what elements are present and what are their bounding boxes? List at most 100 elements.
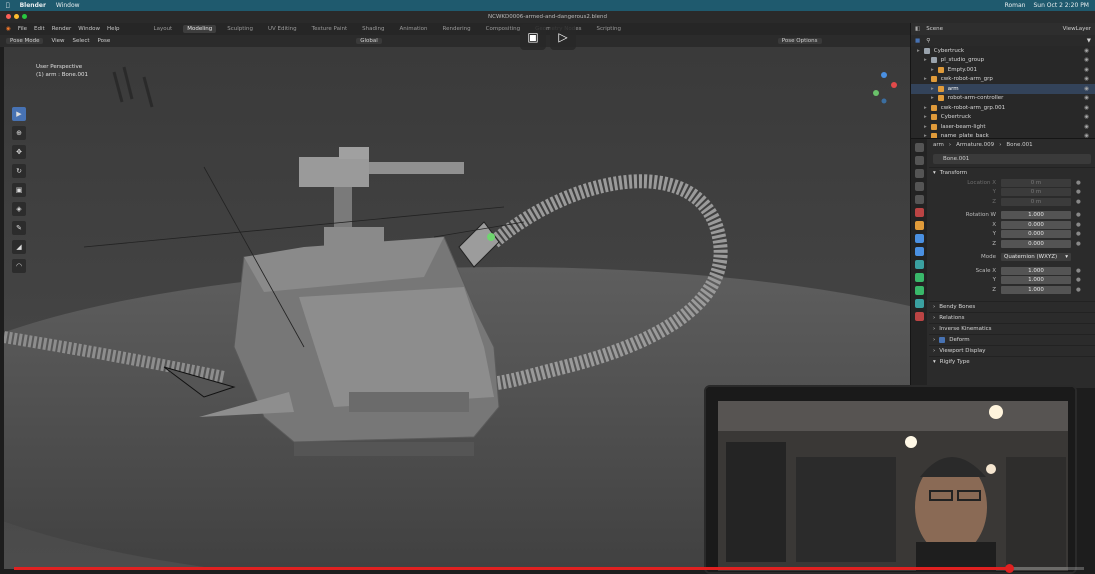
pose-tool-icon[interactable]: ◠	[12, 259, 26, 273]
lock-icon[interactable]: ●	[1076, 241, 1081, 247]
tab-sculpting[interactable]: Sculpting	[223, 25, 257, 33]
expand-arrow-icon[interactable]: ▸	[924, 124, 927, 130]
select-tool-icon[interactable]: ▶	[12, 107, 26, 121]
cursor-tool-icon[interactable]: ⊕	[12, 126, 26, 140]
view-layer-name[interactable]: ViewLayer	[1063, 26, 1091, 32]
expand-arrow-icon[interactable]: ▸	[917, 48, 920, 54]
object-tab-icon[interactable]	[914, 221, 924, 230]
outliner-row[interactable]: ▸ Empty.001 ◉	[911, 65, 1095, 75]
view-layer-tab-icon[interactable]	[914, 182, 924, 191]
rotation-x-field[interactable]: 0.000	[1001, 220, 1071, 229]
pip-play-icon[interactable]: ▷	[550, 24, 576, 50]
bendy-bones-panel-header[interactable]: › Bendy Bones	[929, 300, 1095, 312]
output-tab-icon[interactable]	[914, 169, 924, 178]
lock-icon[interactable]: ●	[1076, 199, 1081, 205]
pose-options-button[interactable]: Pose Options	[777, 38, 822, 44]
tab-uv-editing[interactable]: UV Editing	[264, 25, 301, 33]
scale-x-field[interactable]: 1.000	[1001, 266, 1071, 275]
apple-icon[interactable]: 	[6, 2, 10, 9]
menubar-app-name[interactable]: Blender	[20, 2, 46, 9]
bone-constraint-tab-icon[interactable]	[914, 299, 924, 308]
rotation-y-field[interactable]: 0.000	[1001, 230, 1071, 239]
menubar-window[interactable]: Window	[56, 2, 80, 9]
outliner-row[interactable]: ▸ laser-beam-light ◉	[911, 122, 1095, 132]
expand-arrow-icon[interactable]: ▸	[924, 57, 927, 63]
tab-texture-paint[interactable]: Texture Paint	[308, 25, 352, 33]
move-tool-icon[interactable]: ✥	[12, 145, 26, 159]
tab-layout[interactable]: Layout	[150, 25, 177, 33]
scale-y-field[interactable]: 1.000	[1001, 276, 1071, 285]
menu-select[interactable]: Select	[73, 38, 90, 44]
visibility-eye-icon[interactable]: ◉	[1084, 48, 1089, 54]
constraint-tab-icon[interactable]	[914, 260, 924, 269]
outliner-row[interactable]: ▸ cwk-robot-arm_grp ◉	[911, 75, 1095, 85]
zoom-window-button[interactable]	[22, 14, 27, 19]
visibility-eye-icon[interactable]: ◉	[1084, 86, 1089, 92]
display-mode-icon[interactable]: ■	[915, 38, 920, 44]
outliner-search-icon[interactable]: ⚲	[926, 38, 930, 44]
scale-z-field[interactable]: 1.000	[1001, 285, 1071, 294]
visibility-eye-icon[interactable]: ◉	[1084, 76, 1089, 82]
pip-exit-icon[interactable]: ▣	[520, 24, 546, 50]
menu-edit[interactable]: Edit	[34, 26, 45, 32]
scene-name[interactable]: Scene	[926, 26, 943, 32]
video-progress-bar[interactable]	[14, 564, 1084, 573]
scene-tab-icon[interactable]	[914, 195, 924, 204]
lock-icon[interactable]: ●	[1076, 180, 1081, 186]
lock-icon[interactable]: ●	[1076, 231, 1081, 237]
lock-icon[interactable]: ●	[1076, 189, 1081, 195]
viewport-display-panel-header[interactable]: › Viewport Display	[929, 344, 1095, 356]
annotate-tool-icon[interactable]: ✎	[12, 221, 26, 235]
world-tab-icon[interactable]	[914, 208, 924, 217]
expand-arrow-icon[interactable]: ▸	[931, 67, 934, 73]
deform-checkbox[interactable]	[939, 336, 946, 343]
modifier-tab-icon[interactable]	[914, 234, 924, 243]
rotate-tool-icon[interactable]: ↻	[12, 164, 26, 178]
bone-name-field[interactable]: Bone.001	[933, 154, 1091, 164]
tab-shading[interactable]: Shading	[358, 25, 388, 33]
expand-arrow-icon[interactable]: ▸	[931, 86, 934, 92]
expand-arrow-icon[interactable]: ▸	[924, 105, 927, 111]
expand-arrow-icon[interactable]: ▸	[924, 76, 927, 82]
user-name[interactable]: Roman	[1005, 2, 1026, 9]
menu-window[interactable]: Window	[78, 26, 100, 32]
filter-icon[interactable]: ▼	[1087, 38, 1091, 44]
material-tab-icon[interactable]	[914, 312, 924, 321]
lock-icon[interactable]: ●	[1076, 222, 1081, 228]
menu-pose[interactable]: Pose	[98, 38, 111, 44]
blender-logo-icon[interactable]: ◉	[6, 26, 11, 32]
tab-compositing[interactable]: Compositing	[482, 25, 524, 33]
tab-animation[interactable]: Animation	[395, 25, 431, 33]
tab-modeling[interactable]: Modeling	[183, 25, 217, 33]
inverse-kinematics-panel-header[interactable]: › Inverse Kinematics	[929, 322, 1095, 334]
outliner-row[interactable]: ▸ pl_studio_group ◉	[911, 56, 1095, 66]
menu-file[interactable]: File	[18, 26, 27, 32]
scale-tool-icon[interactable]: ▣	[12, 183, 26, 197]
lock-icon[interactable]: ●	[1076, 287, 1081, 293]
render-tab-icon[interactable]	[914, 156, 924, 165]
transform-panel-header[interactable]: ▾ Transform	[929, 167, 1095, 178]
location-z-field[interactable]: 0 m	[1001, 197, 1071, 206]
transform-tool-icon[interactable]: ◈	[12, 202, 26, 216]
minimize-window-button[interactable]	[14, 14, 19, 19]
menu-help[interactable]: Help	[107, 26, 120, 32]
physics-tab-icon[interactable]	[914, 247, 924, 256]
outliner-row[interactable]: ▸ Cybertruck ◉	[911, 46, 1095, 56]
tab-rendering[interactable]: Rendering	[439, 25, 475, 33]
outliner-row[interactable]: ▸ robot-arm-controller ◉	[911, 94, 1095, 104]
outliner-row[interactable]: ▸ cwk-robot-arm_grp.001 ◉	[911, 103, 1095, 113]
visibility-eye-icon[interactable]: ◉	[1084, 67, 1089, 73]
rotation-z-field[interactable]: 0.000	[1001, 239, 1071, 248]
lock-icon[interactable]: ●	[1076, 277, 1081, 283]
measure-tool-icon[interactable]: ◢	[12, 240, 26, 254]
menu-view[interactable]: View	[51, 38, 64, 44]
visibility-eye-icon[interactable]: ◉	[1084, 124, 1089, 130]
relations-panel-header[interactable]: › Relations	[929, 311, 1095, 323]
mode-selector[interactable]: Pose Mode	[6, 38, 44, 44]
deform-panel-header[interactable]: › Deform	[929, 333, 1095, 345]
visibility-eye-icon[interactable]: ◉	[1084, 57, 1089, 63]
bone-tab-icon[interactable]	[914, 286, 924, 295]
menu-render[interactable]: Render	[52, 26, 72, 32]
location-x-field[interactable]: 0 m	[1001, 178, 1071, 187]
tool-tab-icon[interactable]	[914, 143, 924, 152]
